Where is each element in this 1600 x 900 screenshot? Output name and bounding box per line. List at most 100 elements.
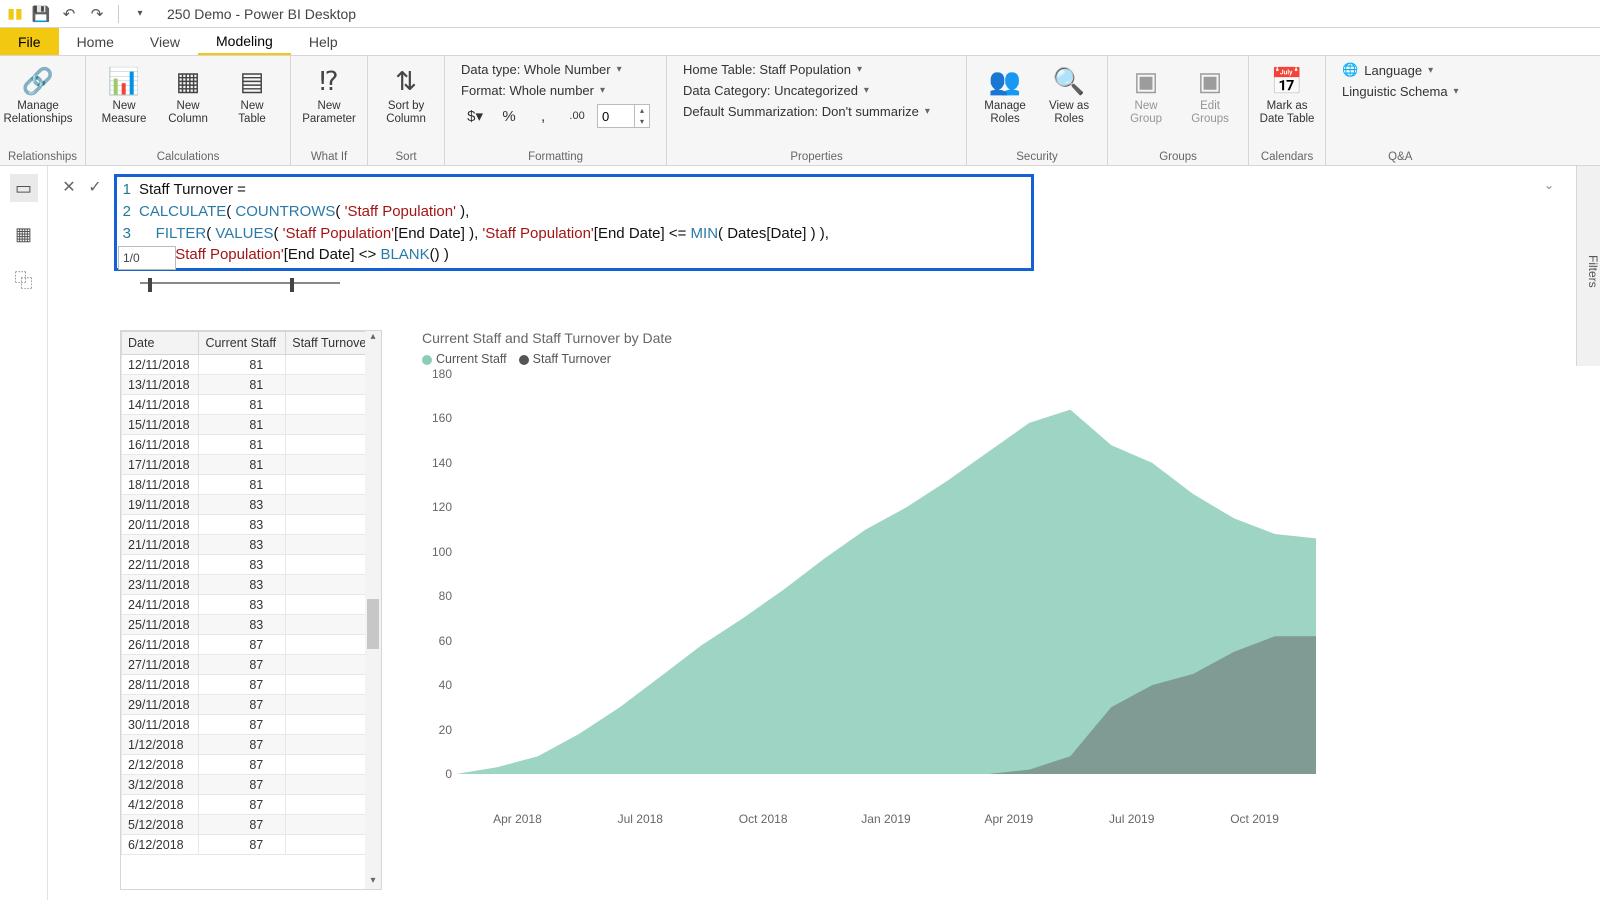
- legend-dot-turnover: [519, 355, 529, 365]
- thousands-button[interactable]: ,: [529, 104, 557, 128]
- tab-modeling[interactable]: Modeling: [198, 28, 291, 55]
- window-title: 250 Demo - Power BI Desktop: [167, 6, 356, 22]
- new-table-button[interactable]: ▤ New Table: [222, 60, 282, 149]
- table-scrollbar[interactable]: ▴ ▾: [365, 331, 381, 889]
- roles-icon: 👥: [988, 64, 1022, 98]
- table-row[interactable]: 12/11/201881: [122, 355, 381, 375]
- view-roles-icon: 🔍: [1052, 64, 1086, 98]
- tab-file[interactable]: File: [0, 28, 59, 55]
- new-group-button[interactable]: ▣ New Group: [1116, 60, 1176, 149]
- data-category-dropdown[interactable]: Data Category: Uncategorized: [675, 81, 958, 100]
- linguistic-schema-dropdown[interactable]: Linguistic Schema: [1334, 82, 1467, 101]
- table-row[interactable]: 22/11/201883: [122, 555, 381, 575]
- app-icon: ▮▮: [6, 5, 24, 23]
- decimals-spinner[interactable]: ▴▾: [597, 104, 650, 128]
- table-row[interactable]: 20/11/201883: [122, 515, 381, 535]
- language-dropdown[interactable]: 🌐 Language: [1334, 60, 1467, 80]
- edit-groups-button[interactable]: ▣ Edit Groups: [1180, 60, 1240, 149]
- spin-up-icon[interactable]: ▴: [635, 105, 649, 116]
- table-row[interactable]: 14/11/201881: [122, 395, 381, 415]
- filters-pane[interactable]: Filters: [1576, 166, 1600, 366]
- slicer-handle-right[interactable]: [290, 278, 294, 292]
- title-bar: ▮▮ 💾 ↶ ↷ ▾ 250 Demo - Power BI Desktop: [0, 0, 1600, 28]
- globe-icon: 🌐: [1342, 62, 1358, 78]
- table-row[interactable]: 15/11/201881: [122, 415, 381, 435]
- table-row[interactable]: 30/11/201887: [122, 715, 381, 735]
- new-column-button[interactable]: ▦ New Column: [158, 60, 218, 149]
- table-row[interactable]: 27/11/201887: [122, 655, 381, 675]
- spin-down-icon[interactable]: ▾: [635, 116, 649, 127]
- relationships-icon: 🔗: [21, 64, 55, 98]
- table-icon: ▤: [235, 64, 269, 98]
- table-row[interactable]: 29/11/201887: [122, 695, 381, 715]
- table-row[interactable]: 28/11/201887: [122, 675, 381, 695]
- area-chart-visual[interactable]: Current Staff and Staff Turnover by Date…: [422, 330, 1560, 890]
- data-type-dropdown[interactable]: Data type: Whole Number: [453, 60, 658, 79]
- table-row[interactable]: 5/12/201887: [122, 815, 381, 835]
- column-icon: ▦: [171, 64, 205, 98]
- table-row[interactable]: 25/11/201883: [122, 615, 381, 635]
- slicer-handle-left[interactable]: [148, 278, 152, 292]
- scroll-down-icon[interactable]: ▾: [367, 875, 379, 889]
- summarization-dropdown[interactable]: Default Summarization: Don't summarize: [675, 102, 958, 121]
- currency-button[interactable]: $▾: [461, 104, 489, 128]
- scroll-thumb[interactable]: [367, 599, 379, 649]
- edit-group-icon: ▣: [1193, 64, 1227, 98]
- data-view-icon[interactable]: ▦: [10, 220, 38, 248]
- table-row[interactable]: 19/11/201883: [122, 495, 381, 515]
- table-row[interactable]: 4/12/201887: [122, 795, 381, 815]
- table-row[interactable]: 2/12/201887: [122, 755, 381, 775]
- table-row[interactable]: 6/12/201887: [122, 835, 381, 855]
- decimals-input[interactable]: [598, 109, 634, 124]
- table-row[interactable]: 3/12/201887: [122, 775, 381, 795]
- table-row[interactable]: 21/11/201883: [122, 535, 381, 555]
- save-icon[interactable]: 💾: [30, 3, 52, 25]
- data-table-visual[interactable]: DateCurrent StaffStaff Turnover12/11/201…: [120, 330, 382, 890]
- table-row[interactable]: 24/11/201883: [122, 595, 381, 615]
- left-nav-rail: ▭ ▦ ⿻: [0, 166, 48, 900]
- undo-icon[interactable]: ↶: [58, 3, 80, 25]
- percent-button[interactable]: %: [495, 104, 523, 128]
- chart-title: Current Staff and Staff Turnover by Date: [422, 330, 1560, 346]
- table-row[interactable]: 1/12/201887: [122, 735, 381, 755]
- tab-home[interactable]: Home: [59, 28, 132, 55]
- report-view-icon[interactable]: ▭: [10, 174, 38, 202]
- table-row[interactable]: 23/11/201883: [122, 575, 381, 595]
- formula-cancel-icon[interactable]: ✕: [56, 174, 82, 200]
- redo-icon[interactable]: ↷: [86, 3, 108, 25]
- format-dropdown[interactable]: Format: Whole number: [453, 81, 658, 100]
- table-row[interactable]: 17/11/201881: [122, 455, 381, 475]
- table-row[interactable]: 16/11/201881: [122, 435, 381, 455]
- formula-expand-icon[interactable]: ⌄: [1544, 178, 1554, 192]
- new-parameter-button[interactable]: ⁉ New Parameter: [299, 60, 359, 149]
- formula-commit-icon[interactable]: ✓: [82, 174, 108, 200]
- legend-dot-current: [422, 355, 432, 365]
- table-row[interactable]: 18/11/201881: [122, 475, 381, 495]
- formula-editor[interactable]: 1Staff Turnover =2CALCULATE( COUNTROWS( …: [114, 174, 1034, 271]
- home-table-dropdown[interactable]: Home Table: Staff Population: [675, 60, 958, 79]
- chart-plot-area: 020406080100120140160180Apr 2018Jul 2018…: [456, 374, 1550, 804]
- sort-icon: ⇅: [389, 64, 423, 98]
- view-as-roles-button[interactable]: 🔍 View as Roles: [1039, 60, 1099, 149]
- slicer-value[interactable]: 1/0: [118, 246, 176, 270]
- slicer-rail[interactable]: [140, 282, 340, 288]
- model-view-icon[interactable]: ⿻: [10, 266, 38, 294]
- measure-icon: 📊: [107, 64, 141, 98]
- manage-roles-button[interactable]: 👥 Manage Roles: [975, 60, 1035, 149]
- manage-relationships-button[interactable]: 🔗 Manage Relationships: [8, 60, 68, 149]
- table-row[interactable]: 26/11/201887: [122, 635, 381, 655]
- mark-date-table-button[interactable]: 📅 Mark as Date Table: [1257, 60, 1317, 149]
- tab-help[interactable]: Help: [291, 28, 356, 55]
- ribbon: 🔗 Manage Relationships Relationships 📊 N…: [0, 56, 1600, 166]
- table-row[interactable]: 13/11/201881: [122, 375, 381, 395]
- formula-bar: ✕ ✓ 1Staff Turnover =2CALCULATE( COUNTRO…: [56, 174, 1564, 271]
- qat-dropdown-icon[interactable]: ▾: [129, 3, 151, 25]
- ribbon-tabs: File Home View Modeling Help: [0, 28, 1600, 56]
- scroll-up-icon[interactable]: ▴: [367, 331, 379, 345]
- table-header[interactable]: Current Staff: [199, 332, 286, 355]
- new-measure-button[interactable]: 📊 New Measure: [94, 60, 154, 149]
- sort-by-column-button[interactable]: ⇅ Sort by Column: [376, 60, 436, 149]
- tab-view[interactable]: View: [132, 28, 198, 55]
- calendar-icon: 📅: [1270, 64, 1304, 98]
- table-header[interactable]: Date: [122, 332, 199, 355]
